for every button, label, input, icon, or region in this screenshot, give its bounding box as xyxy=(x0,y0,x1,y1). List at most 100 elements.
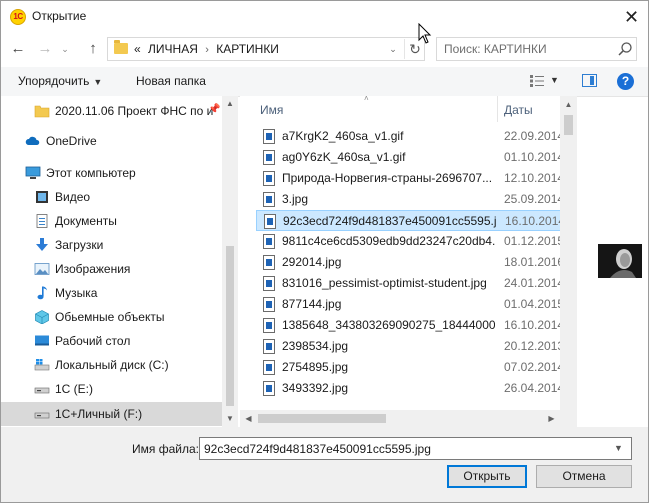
windows-drive-icon xyxy=(34,359,50,371)
nav-pane-scrollbar[interactable]: ▲ ▼ xyxy=(222,96,238,427)
file-row[interactable]: 1385648_343803269090275_184440004... 16.1… xyxy=(256,315,561,336)
view-details-icon[interactable] xyxy=(529,74,545,88)
nav-item-drive-e[interactable]: 1С (E:) xyxy=(1,377,222,401)
file-name: a7KrgK2_460sa_v1.gif xyxy=(282,129,404,143)
filename-label: Имя файла: xyxy=(132,442,199,456)
organize-label: Упорядочить xyxy=(18,74,90,88)
close-button[interactable]: ✕ xyxy=(615,3,648,31)
image-file-icon xyxy=(263,297,275,312)
file-row[interactable]: 2398534.jpg 20.12.2013 xyxy=(256,336,561,357)
recent-locations-chevron-icon[interactable]: ⌄ xyxy=(59,39,71,59)
image-file-icon xyxy=(263,318,275,333)
nav-item-3d-objects[interactable]: Обьемные объекты xyxy=(1,305,222,329)
nav-item-label: 2020.11.06 Проект ФНС по и xyxy=(55,104,214,118)
preview-pane-icon[interactable] xyxy=(582,74,597,87)
view-options-caret-icon[interactable]: ▼ xyxy=(550,75,559,85)
file-list-horizontal-scrollbar[interactable]: ◀ ▶ xyxy=(240,410,560,427)
nav-item-label: Загрузки xyxy=(55,238,104,252)
back-arrow-icon[interactable]: ← xyxy=(8,39,28,59)
file-row[interactable]: 3493392.jpg 26.04.2014 xyxy=(256,378,561,399)
cancel-button[interactable]: Отмена xyxy=(536,465,632,488)
chevron-down-icon[interactable]: ▼ xyxy=(614,443,623,453)
nav-item-downloads[interactable]: Загрузки xyxy=(1,233,222,257)
file-name: ag0Y6zK_460sa_v1.gif xyxy=(282,150,406,164)
image-file-icon xyxy=(263,129,275,144)
scroll-thumb[interactable] xyxy=(258,414,386,423)
organize-button[interactable]: Упорядочить ▼ xyxy=(18,74,102,88)
music-icon xyxy=(37,286,48,300)
new-folder-button[interactable]: Новая папка xyxy=(136,74,206,88)
address-bar[interactable]: « ЛИЧНАЯ › КАРТИНКИ ⌄ ↻ xyxy=(107,37,425,61)
file-name: 831016_pessimist-optimist-student.jpg xyxy=(282,276,487,290)
file-date: 18.01.2016 xyxy=(504,255,561,269)
title-bar: 1С Открытие ✕ xyxy=(1,1,648,33)
address-dropdown-chevron-icon[interactable]: ⌄ xyxy=(386,42,400,56)
computer-icon xyxy=(25,166,41,179)
scroll-up-icon[interactable]: ▲ xyxy=(222,96,238,112)
breadcrumb-chevron-icon[interactable]: › xyxy=(205,44,209,56)
file-row[interactable]: a7KrgK2_460sa_v1.gif 22.09.2014 xyxy=(256,126,561,147)
nav-item-pictures[interactable]: Изображения xyxy=(1,257,222,281)
scroll-up-icon[interactable]: ▲ xyxy=(560,96,577,113)
nav-item-music[interactable]: Музыка xyxy=(1,281,222,305)
file-name: 3493392.jpg xyxy=(282,381,349,395)
image-file-icon xyxy=(263,192,275,207)
file-date: 20.12.2013 xyxy=(504,339,561,353)
up-arrow-icon[interactable]: ↑ xyxy=(83,39,103,59)
drive-icon xyxy=(34,412,50,419)
file-row[interactable]: Природа-Норвегия-страны-2696707... 12.10.… xyxy=(256,168,561,189)
search-icon[interactable] xyxy=(617,41,633,57)
scroll-right-icon[interactable]: ▶ xyxy=(543,410,560,427)
image-file-icon xyxy=(263,381,275,396)
nav-item-project-folder[interactable]: 2020.11.06 Проект ФНС по и 📌 xyxy=(1,99,222,123)
nav-item-desktop[interactable]: Рабочий стол xyxy=(1,329,222,353)
file-row[interactable]: ag0Y6zK_460sa_v1.gif 01.10.2014 xyxy=(256,147,561,168)
nav-item-drive-c[interactable]: Локальный диск (C:) xyxy=(1,353,222,377)
nav-item-drive-f[interactable]: 1С+Личный (F:) xyxy=(1,402,222,426)
pin-icon[interactable]: 📌 xyxy=(208,104,220,115)
file-date: 01.04.2015 xyxy=(504,297,561,311)
help-icon[interactable]: ? xyxy=(617,73,634,90)
scroll-thumb[interactable] xyxy=(226,246,234,406)
filename-input[interactable] xyxy=(200,438,604,459)
filename-combobox[interactable]: ▼ xyxy=(199,437,632,460)
image-file-icon xyxy=(263,234,275,249)
forward-arrow-icon[interactable]: → xyxy=(35,39,55,59)
file-row[interactable]: 3.jpg 25.09.2014 xyxy=(256,189,561,210)
nav-item-documents[interactable]: Документы xyxy=(1,209,222,233)
search-box[interactable] xyxy=(436,37,637,61)
file-name: 877144.jpg xyxy=(282,297,342,311)
nav-item-this-pc[interactable]: Этот компьютер xyxy=(1,161,222,185)
download-icon xyxy=(36,238,48,251)
column-header-name[interactable]: Имя xyxy=(260,103,283,117)
open-button[interactable]: Открыть xyxy=(447,465,527,488)
image-file-icon xyxy=(263,360,275,375)
file-list: ˄ Имя Даты a7KrgK2_460sa_v1.gif 22.09.201… xyxy=(240,96,577,427)
breadcrumb-item[interactable]: ЛИЧНАЯ xyxy=(148,42,198,56)
image-file-icon xyxy=(263,276,275,291)
scroll-thumb[interactable] xyxy=(564,115,573,135)
file-date: 01.10.2014 xyxy=(504,150,561,164)
file-row[interactable]: 9811c4ce6cd5309edb9dd23247c20db4... 01.12… xyxy=(256,231,561,252)
file-row[interactable]: 877144.jpg 01.04.2015 xyxy=(256,294,561,315)
nav-item-label: Документы xyxy=(55,214,117,228)
dialog-footer: Имя файла: ▼ Открыть Отмена xyxy=(1,427,648,502)
file-date: 16.10.2014 xyxy=(505,214,562,228)
column-header-date[interactable]: Даты xyxy=(504,103,533,117)
search-input[interactable] xyxy=(437,38,614,60)
breadcrumb-overflow[interactable]: « xyxy=(134,42,141,56)
scroll-down-icon[interactable]: ▼ xyxy=(222,411,238,427)
nav-item-videos[interactable]: Видео xyxy=(1,185,222,209)
file-row[interactable]: 831016_pessimist-optimist-student.jpg 24.… xyxy=(256,273,561,294)
column-divider[interactable] xyxy=(497,96,498,122)
file-row[interactable]: 92c3ecd724f9d481837e450091cc5595.j... 16.… xyxy=(256,210,562,231)
nav-item-onedrive[interactable]: OneDrive xyxy=(1,129,222,153)
file-row[interactable]: 292014.jpg 18.01.2016 xyxy=(256,252,561,273)
scroll-left-icon[interactable]: ◀ xyxy=(240,410,257,427)
breadcrumb-item[interactable]: КАРТИНКИ xyxy=(216,42,279,56)
nav-item-label: Рабочий стол xyxy=(55,334,131,348)
breadcrumb: « ЛИЧНАЯ › КАРТИНКИ xyxy=(134,42,279,56)
file-row[interactable]: 2754895.jpg 07.02.2014 xyxy=(256,357,561,378)
file-list-vertical-scrollbar[interactable]: ▲ xyxy=(560,96,577,410)
documents-icon xyxy=(36,214,48,228)
